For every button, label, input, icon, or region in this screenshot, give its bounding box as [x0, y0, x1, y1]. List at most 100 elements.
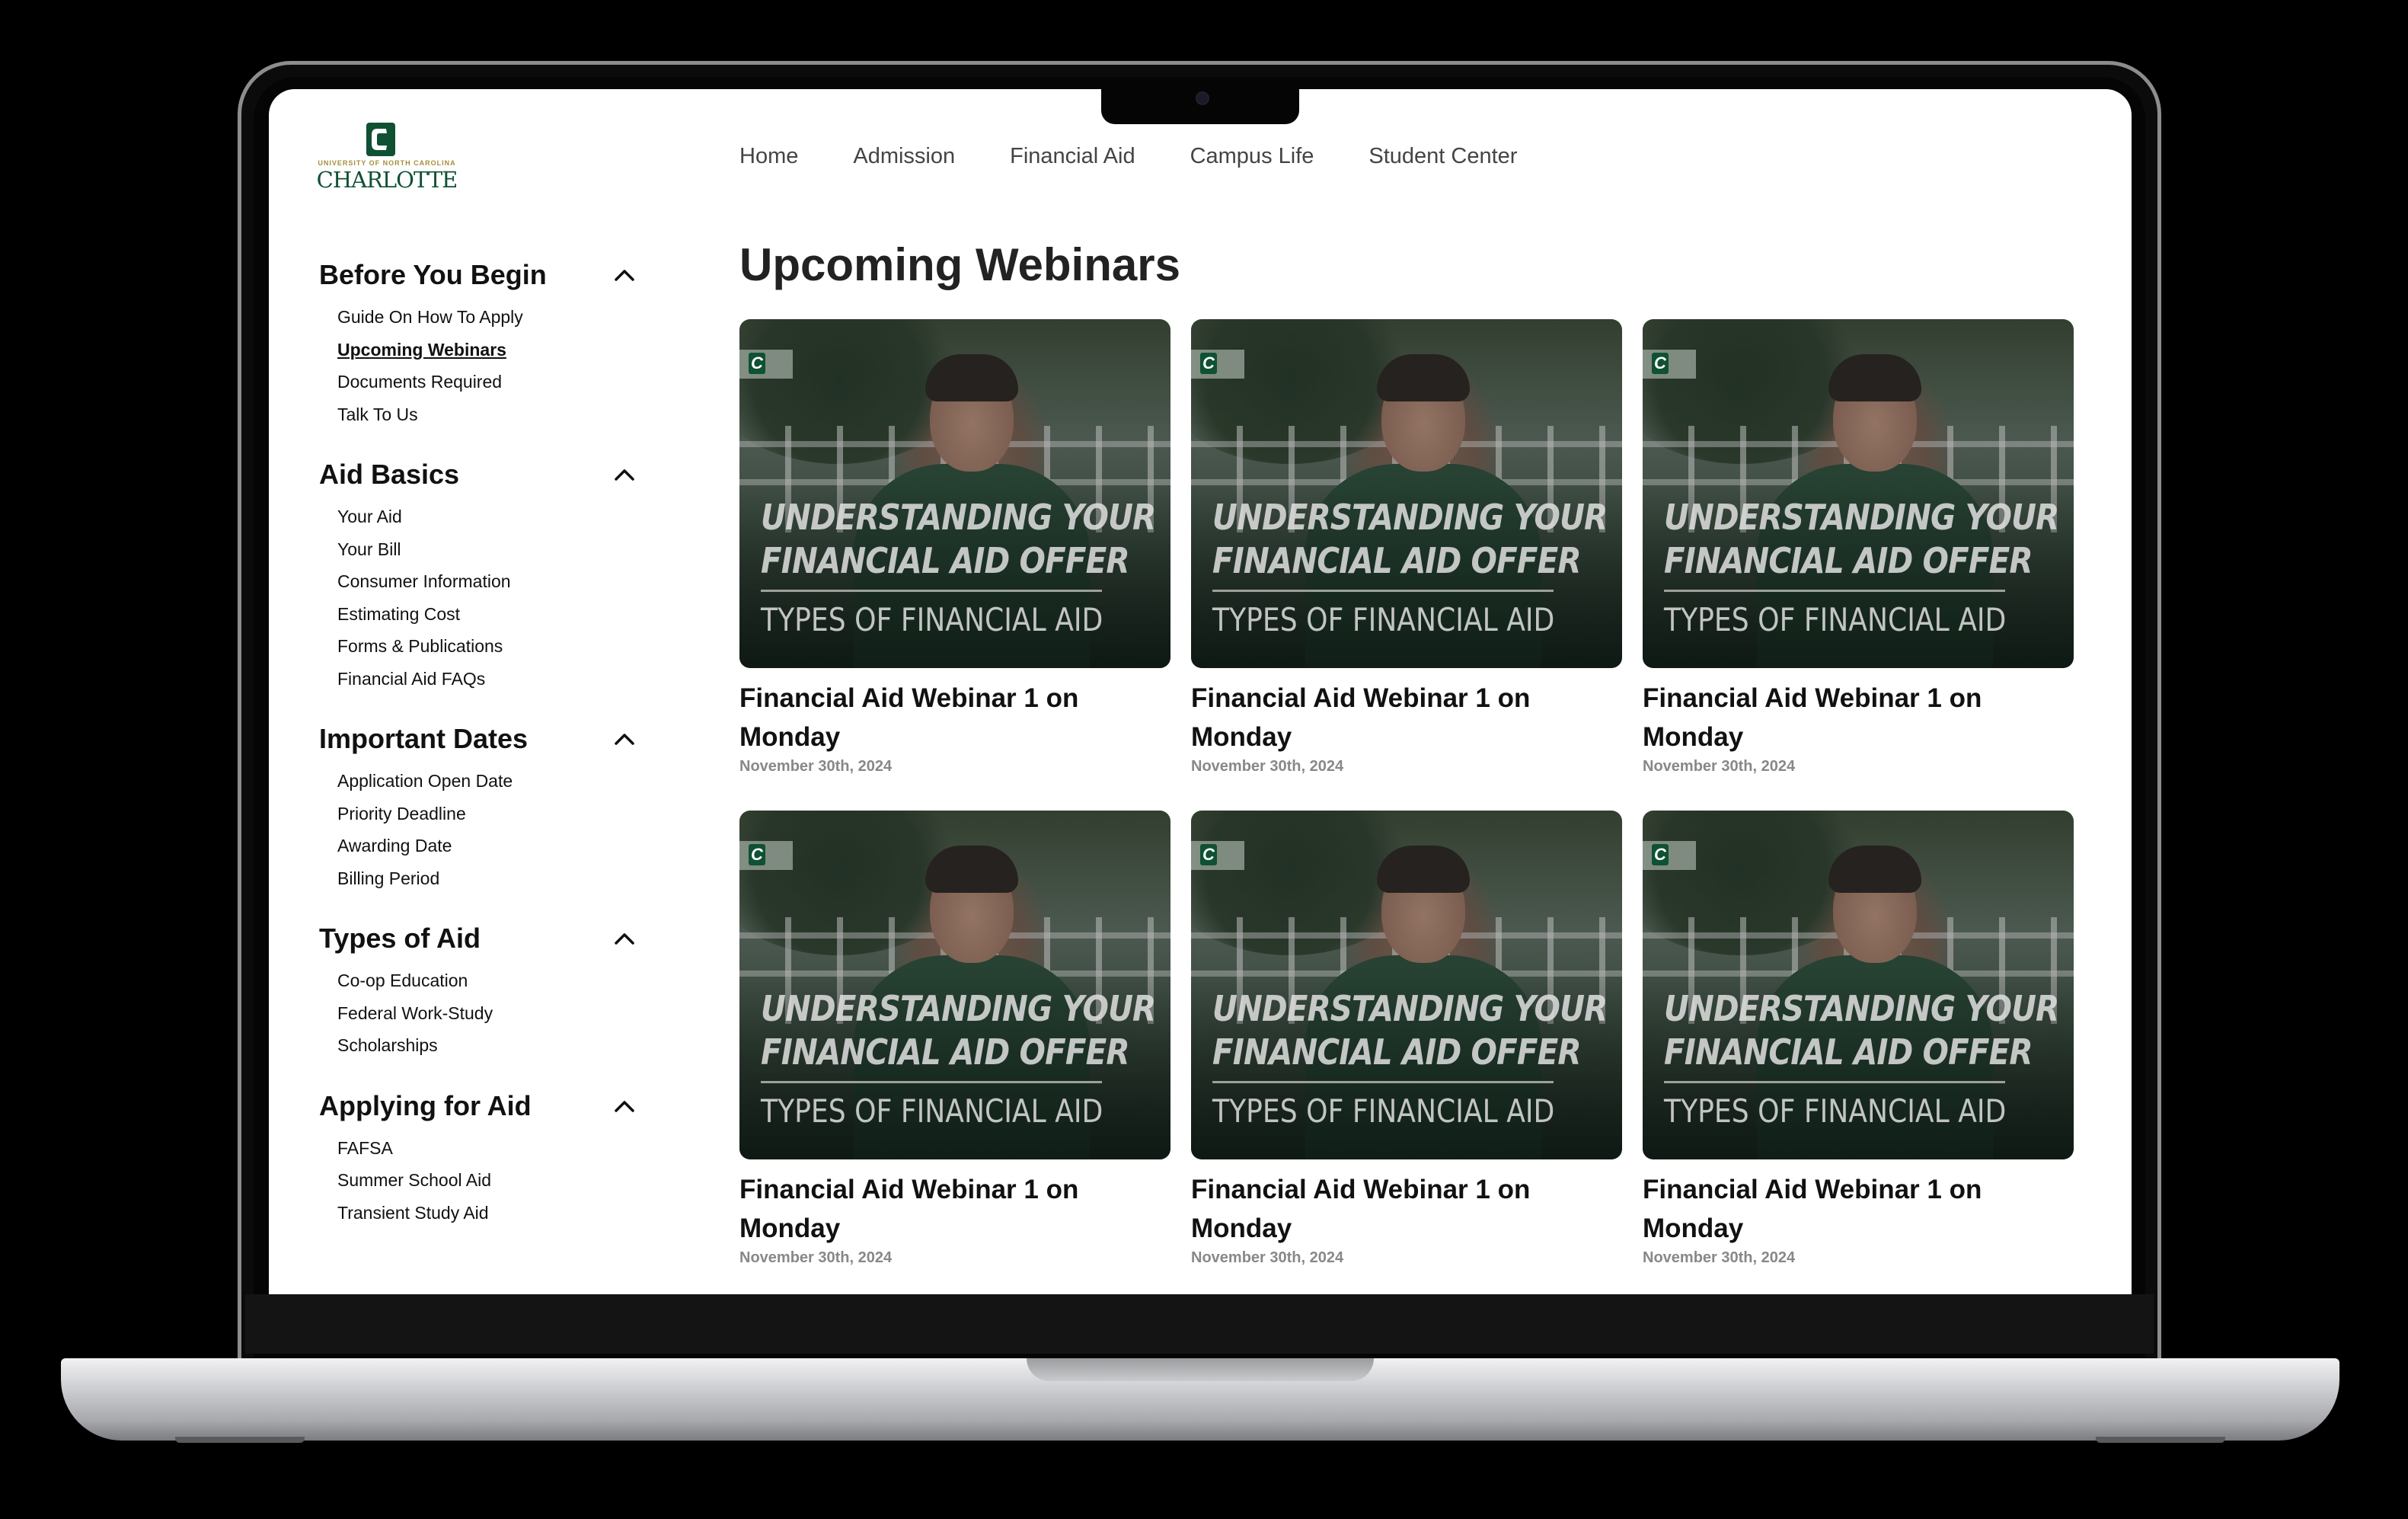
sidebar-item[interactable]: Consumer Information: [337, 565, 654, 598]
thumbnail-subline: TYPES OF FINANCIAL AID: [1212, 601, 1555, 638]
sidebar-item[interactable]: Federal Work-Study: [337, 997, 654, 1030]
webinar-date: November 30th, 2024: [739, 758, 893, 775]
webinar-thumbnail[interactable]: C UNDERSTANDING YOUR FINANCIAL AID OFFER TY…: [1191, 811, 1622, 1159]
sidebar-item[interactable]: Estimating Cost: [337, 598, 654, 631]
webinar-card[interactable]: C UNDERSTANDING YOUR FINANCIAL AID OFFER TY…: [1191, 811, 1622, 1267]
thumbnail-logo-badge: C: [1643, 350, 1696, 379]
thumbnail-logo-badge: C: [1191, 841, 1244, 870]
thumbnail-logo-badge: C: [1643, 841, 1696, 870]
webinar-card[interactable]: C UNDERSTANDING YOUR FINANCIAL AID OFFER TY…: [739, 811, 1170, 1267]
camera-icon: [1196, 91, 1209, 105]
webinar-thumbnail[interactable]: C UNDERSTANDING YOUR FINANCIAL AID OFFER TY…: [739, 811, 1170, 1159]
sidebar-item[interactable]: Co-op Education: [337, 964, 654, 997]
nav-admission[interactable]: Admission: [853, 144, 955, 169]
logo-c-icon: [366, 123, 395, 156]
webinar-title[interactable]: Financial Aid Webinar 1 on Monday: [1191, 1170, 1622, 1248]
webinar-card[interactable]: C UNDERSTANDING YOUR FINANCIAL AID OFFER TY…: [1191, 319, 1622, 775]
thumbnail-divider: [1664, 590, 2005, 592]
logo-c-icon: C: [1652, 353, 1669, 374]
sidebar-section: Applying for Aid FAFSA Summer School Aid Tr…: [319, 1088, 654, 1230]
thumbnail-subline: TYPES OF FINANCIAL AID: [761, 1092, 1103, 1130]
sidebar-section-items: Guide On How To Apply Upcoming Webinars Do…: [319, 301, 654, 430]
webinar-date: November 30th, 2024: [1191, 1249, 1344, 1266]
sidebar-section-header[interactable]: Applying for Aid: [319, 1088, 654, 1124]
logo-c-icon: C: [749, 353, 765, 374]
sidebar-section-items: Your Aid Your Bill Consumer Information Est…: [319, 500, 654, 695]
nav-home[interactable]: Home: [739, 144, 798, 169]
screen: UNIVERSITY OF NORTH CAROLINA CHARLOTTE H…: [269, 89, 2132, 1294]
thumbnail-logo-badge: C: [739, 841, 793, 870]
webinar-title[interactable]: Financial Aid Webinar 1 on Monday: [1643, 679, 2074, 756]
sidebar-item[interactable]: Priority Deadline: [337, 798, 654, 830]
sidebar-section: Types of Aid Co-op Education Federal Work-…: [319, 920, 654, 1062]
sidebar-section-title: Before You Begin: [319, 259, 547, 290]
chevron-up-icon[interactable]: [612, 1093, 637, 1119]
chevron-up-icon[interactable]: [612, 926, 637, 951]
sidebar-section-title: Types of Aid: [319, 923, 481, 954]
sidebar-item[interactable]: Talk To Us: [337, 398, 654, 431]
webinar-thumbnail[interactable]: C UNDERSTANDING YOUR FINANCIAL AID OFFER TY…: [1643, 811, 2074, 1159]
sidebar-item[interactable]: Billing Period: [337, 862, 654, 895]
logo-name: CHARLOTTE: [316, 167, 458, 193]
nav-financial-aid[interactable]: Financial Aid: [1010, 144, 1135, 169]
top-navigation: Home Admission Financial Aid Campus Life…: [739, 144, 1572, 169]
sidebar-section-title: Applying for Aid: [319, 1089, 532, 1121]
sidebar-item[interactable]: Your Aid: [337, 500, 654, 533]
sidebar-item[interactable]: Forms & Publications: [337, 630, 654, 663]
webinar-title[interactable]: Financial Aid Webinar 1 on Monday: [739, 1170, 1170, 1248]
thumbnail-headline: UNDERSTANDING YOUR FINANCIAL AID OFFER: [1664, 988, 2059, 1073]
webinar-card[interactable]: C UNDERSTANDING YOUR FINANCIAL AID OFFER TY…: [1643, 319, 2074, 775]
chevron-up-icon[interactable]: [612, 262, 637, 288]
webinar-thumbnail[interactable]: C UNDERSTANDING YOUR FINANCIAL AID OFFER TY…: [1643, 319, 2074, 668]
thumbnail-subline: TYPES OF FINANCIAL AID: [1212, 1092, 1555, 1130]
webinar-date: November 30th, 2024: [1643, 758, 1796, 775]
webinar-card[interactable]: C UNDERSTANDING YOUR FINANCIAL AID OFFER TY…: [1643, 811, 2074, 1267]
sidebar-section-header[interactable]: Important Dates: [319, 721, 654, 757]
webinar-thumbnail[interactable]: C UNDERSTANDING YOUR FINANCIAL AID OFFER TY…: [1191, 319, 1622, 668]
sidebar-section-items: FAFSA Summer School Aid Transient Study Ai…: [319, 1132, 654, 1230]
webinar-thumbnail[interactable]: C UNDERSTANDING YOUR FINANCIAL AID OFFER TY…: [739, 319, 1170, 668]
webinar-grid: C UNDERSTANDING YOUR FINANCIAL AID OFFER TY…: [739, 319, 2074, 1267]
sidebar-section-title: Important Dates: [319, 723, 529, 754]
sidebar-item[interactable]: Your Bill: [337, 533, 654, 566]
sidebar-section: Aid Basics Your Aid Your Bill Consumer Info…: [319, 456, 654, 695]
webinar-title[interactable]: Financial Aid Webinar 1 on Monday: [1191, 679, 1622, 756]
webinar-title[interactable]: Financial Aid Webinar 1 on Monday: [1643, 1170, 2074, 1248]
sidebar-item[interactable]: Scholarships: [337, 1029, 654, 1062]
sidebar-section-header[interactable]: Aid Basics: [319, 456, 654, 493]
sidebar: Before You Begin Guide On How To Apply Upc…: [319, 257, 654, 1255]
sidebar-item[interactable]: Documents Required: [337, 366, 654, 398]
thumbnail-headline: UNDERSTANDING YOUR FINANCIAL AID OFFER: [761, 497, 1156, 581]
sidebar-section: Before You Begin Guide On How To Apply Upc…: [319, 257, 654, 430]
sidebar-item[interactable]: Financial Aid FAQs: [337, 663, 654, 696]
sidebar-section-header[interactable]: Before You Begin: [319, 257, 654, 293]
chevron-up-icon[interactable]: [612, 462, 637, 488]
webinar-title[interactable]: Financial Aid Webinar 1 on Monday: [739, 679, 1170, 756]
thumbnail-subline: TYPES OF FINANCIAL AID: [1664, 1092, 2007, 1130]
webinar-card[interactable]: C UNDERSTANDING YOUR FINANCIAL AID OFFER TY…: [739, 319, 1170, 775]
chevron-up-icon[interactable]: [612, 726, 637, 752]
nav-student-center[interactable]: Student Center: [1368, 144, 1517, 169]
thumbnail-divider: [1664, 1081, 2005, 1083]
logo-c-icon: C: [749, 844, 765, 865]
sidebar-item[interactable]: Summer School Aid: [337, 1164, 654, 1197]
thumbnail-logo-badge: C: [739, 350, 793, 379]
laptop-foot: [2096, 1437, 2225, 1443]
nav-campus-life[interactable]: Campus Life: [1190, 144, 1314, 169]
thumbnail-headline: UNDERSTANDING YOUR FINANCIAL AID OFFER: [761, 988, 1156, 1073]
sidebar-item[interactable]: Guide On How To Apply: [337, 301, 654, 334]
thumbnail-divider: [761, 590, 1102, 592]
sidebar-item[interactable]: Awarding Date: [337, 830, 654, 862]
sidebar-item[interactable]: Transient Study Aid: [337, 1197, 654, 1230]
thumbnail-divider: [1212, 590, 1554, 592]
sidebar-item[interactable]: Application Open Date: [337, 765, 654, 798]
sidebar-item[interactable]: Upcoming Webinars: [337, 334, 654, 366]
sidebar-section: Important Dates Application Open Date Prio…: [319, 721, 654, 894]
logo-c-icon: C: [1200, 353, 1217, 374]
thumbnail-headline: UNDERSTANDING YOUR FINANCIAL AID OFFER: [1212, 497, 1608, 581]
thumbnail-divider: [1212, 1081, 1554, 1083]
sidebar-item[interactable]: FAFSA: [337, 1132, 654, 1165]
thumbnail-subline: TYPES OF FINANCIAL AID: [761, 601, 1103, 638]
webinar-date: November 30th, 2024: [1191, 758, 1344, 775]
sidebar-section-header[interactable]: Types of Aid: [319, 920, 654, 957]
